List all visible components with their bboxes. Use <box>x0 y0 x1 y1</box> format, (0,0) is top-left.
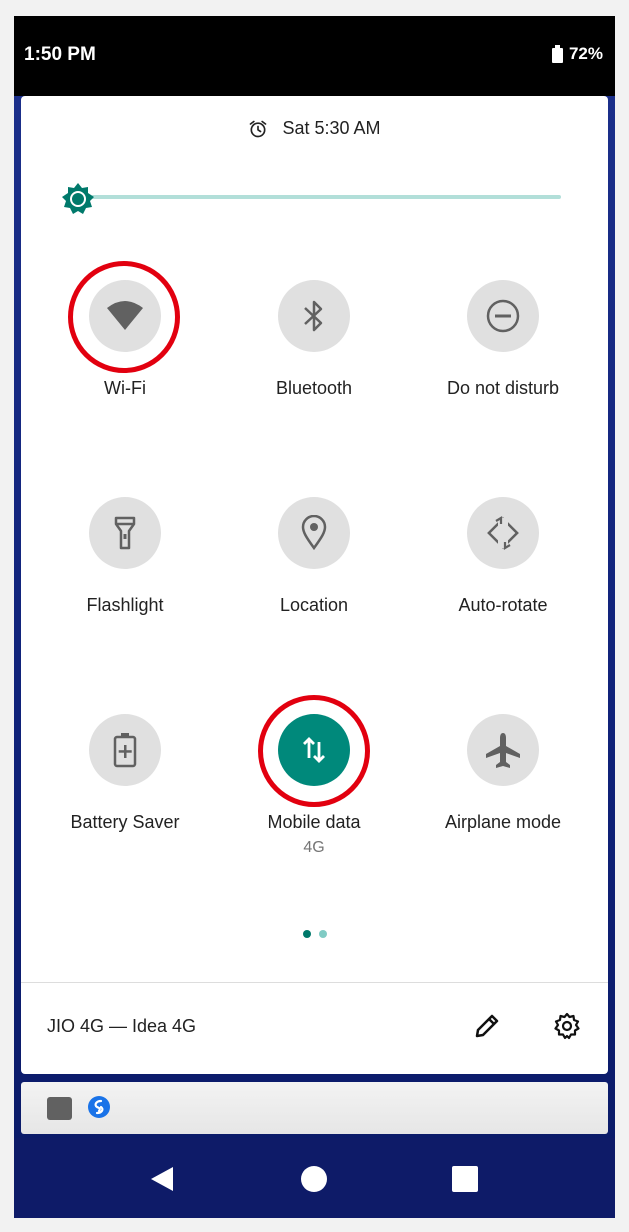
carrier-label: JIO 4G — Idea 4G <box>47 1016 197 1036</box>
status-time: 1:50 PM <box>24 44 96 65</box>
bluetooth-icon <box>304 300 323 332</box>
tile-label-battery-saver: Battery Saver <box>70 812 180 832</box>
tile-label-mobile-data: Mobile data <box>267 812 361 832</box>
do-not-disturb-icon <box>486 299 520 333</box>
tile-mobile-data[interactable]: Mobile data 4G <box>219 714 409 857</box>
tile-label-dnd: Do not disturb <box>446 378 560 398</box>
tile-location[interactable]: Location <box>219 497 409 616</box>
tile-label-flashlight: Flashlight <box>86 595 164 615</box>
battery-saver-toggle[interactable] <box>89 714 161 786</box>
notification-icons-bar[interactable] <box>21 1082 608 1134</box>
back-icon[interactable] <box>148 1164 178 1194</box>
home-icon[interactable] <box>301 1166 327 1192</box>
status-bar: 1:50 PM 72% <box>14 16 615 96</box>
page-dot-current[interactable] <box>302 930 311 938</box>
airplane-icon <box>486 733 520 768</box>
phone-screen: 1:50 PM 72% Sat 5:30 AM Wi-Fi Bluetooth … <box>14 16 615 1218</box>
tile-label-auto-rotate: Auto-rotate <box>458 595 548 615</box>
quick-settings-footer: JIO 4G — Idea 4G <box>21 982 608 1074</box>
auto-rotate-toggle[interactable] <box>467 497 539 569</box>
mobile-data-toggle[interactable] <box>278 714 350 786</box>
wifi-toggle[interactable] <box>89 280 161 352</box>
location-icon <box>301 515 327 551</box>
mobile-data-network-type: 4G <box>303 839 325 856</box>
flashlight-toggle[interactable] <box>89 497 161 569</box>
battery-icon <box>551 45 563 63</box>
tile-auto-rotate[interactable]: Auto-rotate <box>408 497 598 616</box>
shazam-icon <box>88 1096 110 1118</box>
settings-gear-icon[interactable] <box>553 1012 581 1040</box>
mobile-data-icon <box>303 737 325 763</box>
flashlight-icon <box>114 516 136 550</box>
edit-pencil-icon[interactable] <box>473 1012 501 1040</box>
page-indicator <box>21 930 608 938</box>
battery-saver-icon <box>113 733 137 768</box>
app-notification-icon <box>47 1097 72 1120</box>
tile-airplane-mode[interactable]: Airplane mode <box>408 714 598 833</box>
tile-label-bluetooth: Bluetooth <box>275 378 353 398</box>
tile-label-location: Location <box>279 595 349 615</box>
tile-do-not-disturb[interactable]: Do not disturb <box>408 280 598 399</box>
wifi-icon <box>107 301 143 330</box>
tile-label-airplane-mode: Airplane mode <box>444 812 562 832</box>
tile-wifi[interactable]: Wi-Fi <box>30 280 220 399</box>
quick-settings-tiles: Wi-Fi Bluetooth Do not disturb Flashligh… <box>21 96 608 896</box>
tile-label-wifi: Wi-Fi <box>104 378 146 398</box>
tile-bluetooth[interactable]: Bluetooth <box>219 280 409 399</box>
battery-indicator: 72% <box>551 44 603 64</box>
tile-flashlight[interactable]: Flashlight <box>30 497 220 616</box>
navigation-bar <box>14 1138 615 1218</box>
auto-rotate-icon <box>487 516 519 550</box>
recents-icon[interactable] <box>452 1166 478 1192</box>
bluetooth-toggle[interactable] <box>278 280 350 352</box>
tile-battery-saver[interactable]: Battery Saver <box>30 714 220 833</box>
airplane-mode-toggle[interactable] <box>467 714 539 786</box>
page-dot-next[interactable] <box>318 930 327 938</box>
location-toggle[interactable] <box>278 497 350 569</box>
quick-settings-panel: Sat 5:30 AM Wi-Fi Bluetooth Do not distu… <box>21 96 608 1074</box>
battery-percent: 72% <box>568 44 603 63</box>
do-not-disturb-toggle[interactable] <box>467 280 539 352</box>
